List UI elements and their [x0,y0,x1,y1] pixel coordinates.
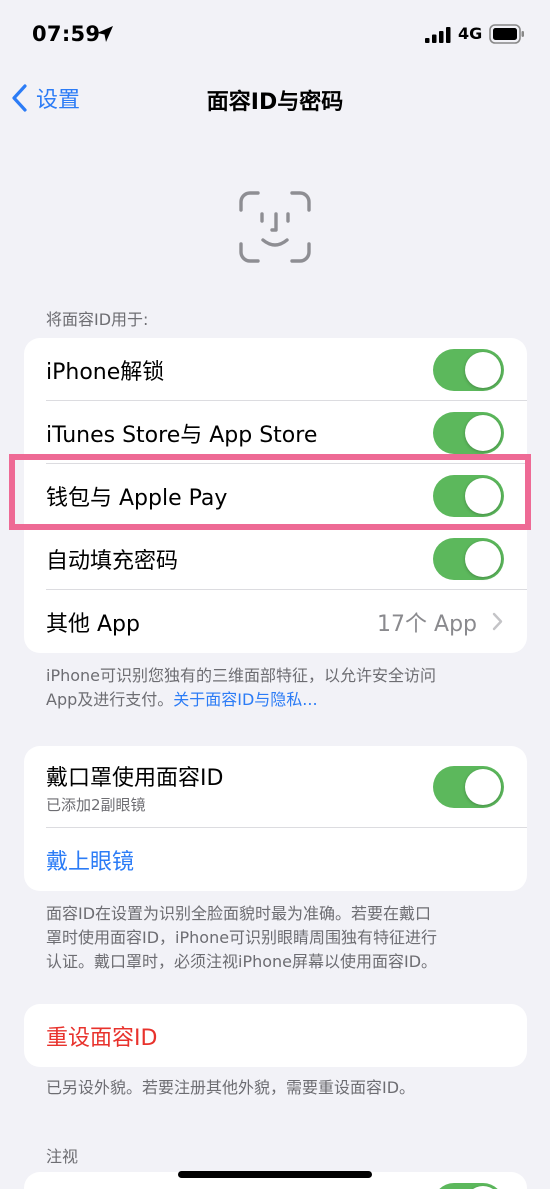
location-arrow-icon [97,26,113,42]
row-label: 其他 App [46,611,140,637]
password-autofill-toggle[interactable] [433,538,504,580]
row-face-id-with-mask: 戴口罩使用面容ID 已添加2副眼镜 [24,746,527,828]
page-title: 面容ID与密码 [206,90,344,115]
row-iphone-unlock: iPhone解锁 [24,338,527,401]
home-indicator[interactable] [178,1171,372,1178]
row-label: iPhone解锁 [46,359,165,385]
mask-footer: 面容ID在设置为识别全脸面貌时最为准确。若要在戴口 罩时使用面容ID，iPhon… [46,902,516,974]
footer-text: 认证。戴口罩时，必须注视iPhone屏幕以使用面容ID。 [46,952,438,971]
row-label: 自动填充密码 [46,548,179,574]
row-label: iTunes Store与 App Store [46,422,318,448]
row-other-apps[interactable]: 其他 App 17个 App [24,590,527,653]
reset-face-id-button[interactable]: 重设面容ID [46,1020,157,1052]
footer-text: 面容ID在设置为识别全脸面貌时最为准确。若要在戴口 [46,904,432,923]
cellular-signal-icon [425,27,451,43]
toggle-knob [465,415,501,451]
footer-text: iPhone可识别您独有的三维面部特征，以允许安全访问 [46,666,437,685]
attention-header: 注视 [46,1147,79,1166]
privacy-link[interactable]: 关于面容ID与隐私... [173,690,317,709]
highlight-box [9,454,531,530]
face-id-with-mask-toggle[interactable] [433,766,504,808]
chevron-right-icon [492,612,503,631]
face-id-icon [239,191,311,263]
other-apps-count: 17个 App [377,611,477,637]
row-password-autofill: 自动填充密码 [24,527,527,590]
toggle-knob [465,769,501,805]
reset-footer: 已另设外貌。若要注册其他外貌，需要重设面容ID。 [46,1078,416,1097]
mask-card: 戴口罩使用面容ID 已添加2副眼镜 戴上眼镜 [24,746,527,891]
use-for-header: 将面容ID用于: [46,310,149,329]
footer-text: App及进行支付。 [46,690,174,709]
row-add-glasses[interactable]: 戴上眼镜 [24,828,527,891]
row-subtitle: 已添加2副眼镜 [46,796,146,814]
status-bar: 07:59 4G [0,0,550,70]
itunes-app-store-toggle[interactable] [433,412,504,454]
toggle-knob [465,541,501,577]
footer-text-2: App及进行支付。关于面容ID与隐私... [46,688,516,712]
battery-icon [489,24,524,44]
footer-text: 罩时使用面容ID，iPhone可识别眼睛周围独有特征进行 [46,928,438,947]
reset-card: 重设面容ID [24,1004,527,1067]
network-type: 4G [458,24,483,43]
iphone-unlock-toggle[interactable] [433,349,504,391]
row-reset-face-id[interactable]: 重设面容ID [24,1004,527,1067]
add-glasses-link[interactable]: 戴上眼镜 [46,844,134,876]
use-for-footer: iPhone可识别您独有的三维面部特征，以允许安全访问 App及进行支付。关于面… [46,664,516,712]
toggle-knob [465,352,501,388]
row-label: 戴口罩使用面容ID [46,766,224,791]
status-time: 07:59 [32,22,101,46]
attention-toggle[interactable] [433,1183,504,1189]
navigation-bar: 设置 面容ID与密码 [0,70,550,126]
